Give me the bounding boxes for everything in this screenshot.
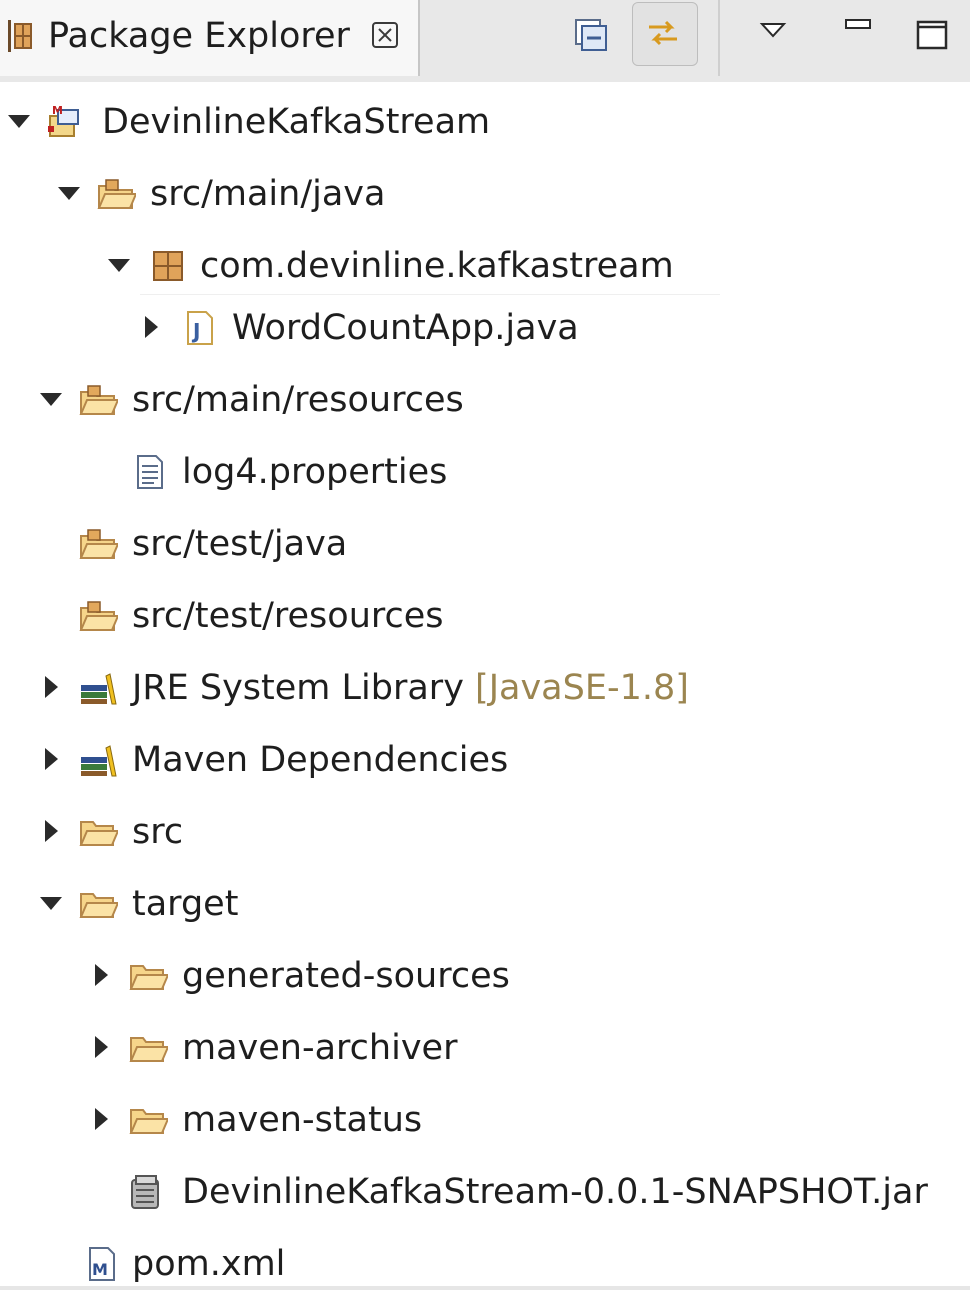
tree-item-package[interactable]: com.devinline.kafkastream bbox=[0, 236, 680, 296]
maximize-icon bbox=[916, 20, 948, 50]
src-main-resources-label: src/main/resources bbox=[132, 380, 464, 420]
tree-item-java-file[interactable]: J WordCountApp.java bbox=[0, 298, 600, 358]
collapsed-arrow-icon[interactable] bbox=[36, 744, 66, 774]
package-tree: M DevinlineKafkaStream src/main/java com… bbox=[0, 84, 970, 1290]
src-test-resources-label: src/test/resources bbox=[132, 596, 444, 636]
tree-item-src[interactable]: src bbox=[0, 802, 240, 862]
src-test-java-label: src/test/java bbox=[132, 524, 348, 564]
view-title: Package Explorer bbox=[48, 16, 350, 56]
library-icon bbox=[81, 745, 117, 777]
folder-icon bbox=[79, 821, 118, 846]
src-folder-label: src bbox=[132, 812, 184, 852]
package-label: com.devinline.kafkastream bbox=[200, 246, 674, 286]
toolbar-separator bbox=[718, 0, 720, 76]
collapse-all-icon bbox=[575, 19, 607, 51]
collapsed-arrow-icon[interactable] bbox=[86, 1104, 116, 1134]
collapsed-arrow-icon[interactable] bbox=[136, 312, 166, 342]
collapsed-arrow-icon[interactable] bbox=[36, 672, 66, 702]
tree-item-src-main-java[interactable]: src/main/java bbox=[0, 164, 420, 224]
row-divider bbox=[140, 294, 720, 295]
minimize-icon bbox=[845, 19, 871, 29]
src-main-java-label: src/main/java bbox=[150, 174, 386, 214]
tree-item-src-test-java[interactable]: src/test/java bbox=[0, 514, 380, 574]
tree-item-pom[interactable]: M pom.xml bbox=[0, 1234, 320, 1294]
folder-icon bbox=[129, 1109, 168, 1134]
source-folder-icon bbox=[79, 529, 118, 559]
jar-file-icon bbox=[131, 1175, 159, 1209]
tree-item-target[interactable]: target bbox=[0, 874, 280, 934]
jre-version-decoration: [JavaSE-1.8] bbox=[475, 668, 689, 708]
folder-icon bbox=[129, 1037, 168, 1062]
collapsed-arrow-icon[interactable] bbox=[36, 816, 66, 846]
jre-library-name: JRE System Library bbox=[132, 668, 464, 708]
java-file-icon: J bbox=[187, 311, 213, 345]
folder-icon bbox=[129, 965, 168, 990]
tree-item-maven-status[interactable]: maven-status bbox=[0, 1090, 460, 1150]
expanded-arrow-icon[interactable] bbox=[36, 384, 66, 414]
tree-item-src-test-resources[interactable]: src/test/resources bbox=[0, 586, 480, 646]
expanded-arrow-icon[interactable] bbox=[36, 888, 66, 918]
project-label: DevinlineKafkaStream bbox=[102, 102, 491, 142]
folder-icon bbox=[79, 893, 118, 918]
maven-status-label: maven-status bbox=[182, 1100, 423, 1140]
maven-project-icon: M bbox=[48, 104, 79, 137]
tree-item-project[interactable]: M DevinlineKafkaStream bbox=[0, 92, 520, 152]
maven-archiver-label: maven-archiver bbox=[182, 1028, 458, 1068]
close-icon[interactable] bbox=[370, 20, 400, 50]
link-with-editor-button[interactable] bbox=[632, 2, 698, 66]
library-icon bbox=[81, 673, 117, 705]
maximize-button[interactable] bbox=[904, 4, 964, 64]
jre-library-label: JRE System Library [JavaSE-1.8] bbox=[132, 662, 689, 714]
expanded-arrow-icon[interactable] bbox=[104, 250, 134, 280]
collapsed-arrow-icon[interactable] bbox=[86, 1032, 116, 1062]
collapsed-arrow-icon[interactable] bbox=[86, 960, 116, 990]
bottom-border bbox=[0, 1286, 970, 1290]
jar-file-label: DevinlineKafkaStream-0.0.1-SNAPSHOT.jar bbox=[182, 1172, 928, 1212]
svg-text:J: J bbox=[191, 319, 200, 343]
tree-item-maven-archiver[interactable]: maven-archiver bbox=[0, 1018, 480, 1078]
target-folder-label: target bbox=[132, 884, 239, 924]
maven-dependencies-label: Maven Dependencies bbox=[132, 740, 509, 780]
source-folder-icon bbox=[79, 385, 118, 415]
tree-item-maven-dependencies[interactable]: Maven Dependencies bbox=[0, 730, 540, 790]
view-menu-button[interactable] bbox=[744, 4, 804, 64]
generated-sources-label: generated-sources bbox=[182, 956, 510, 996]
tree-item-properties-file[interactable]: log4.properties bbox=[0, 442, 480, 502]
minimize-button[interactable] bbox=[830, 4, 890, 64]
package-explorer-icon bbox=[8, 20, 32, 52]
view-menu-icon bbox=[759, 23, 787, 38]
source-folder-icon bbox=[97, 179, 136, 209]
pom-label: pom.xml bbox=[132, 1244, 286, 1284]
svg-text:M: M bbox=[92, 1260, 108, 1279]
package-icon bbox=[153, 251, 183, 281]
link-with-editor-icon bbox=[649, 20, 677, 46]
text-file-icon bbox=[137, 455, 163, 489]
package-explorer-tab[interactable]: Package Explorer bbox=[0, 0, 420, 76]
properties-file-label: log4.properties bbox=[182, 452, 448, 492]
maven-pom-icon: M bbox=[89, 1247, 115, 1281]
java-file-label: WordCountApp.java bbox=[232, 308, 579, 348]
collapse-all-button[interactable] bbox=[560, 4, 620, 64]
tree-item-generated-sources[interactable]: generated-sources bbox=[0, 946, 540, 1006]
expanded-arrow-icon[interactable] bbox=[4, 106, 34, 136]
svg-text:M: M bbox=[52, 104, 63, 117]
tree-item-jar-file[interactable]: DevinlineKafkaStream-0.0.1-SNAPSHOT.jar bbox=[0, 1162, 970, 1222]
view-header: Package Explorer bbox=[0, 0, 970, 82]
tree-item-src-main-resources[interactable]: src/main/resources bbox=[0, 370, 500, 430]
tree-item-jre-library[interactable]: JRE System Library [JavaSE-1.8] bbox=[0, 658, 720, 718]
source-folder-icon bbox=[79, 601, 118, 631]
expanded-arrow-icon[interactable] bbox=[54, 178, 84, 208]
